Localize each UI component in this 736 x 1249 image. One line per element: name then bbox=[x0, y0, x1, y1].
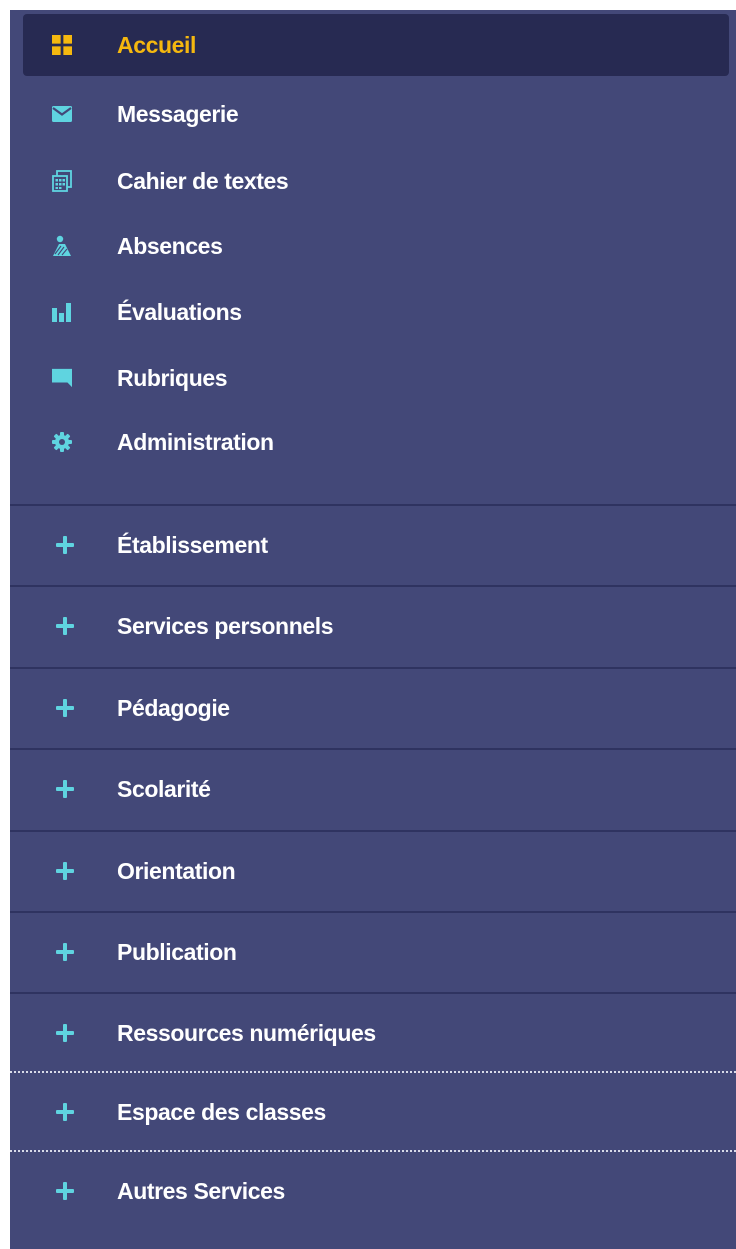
section-services-personnels[interactable]: Services personnels bbox=[10, 585, 736, 665]
nav-item-label: Absences bbox=[117, 232, 223, 259]
plus-icon bbox=[56, 1024, 74, 1042]
section-label: Services personnels bbox=[117, 612, 334, 639]
plus-icon bbox=[56, 1103, 74, 1121]
section-label: Pédagogie bbox=[117, 694, 230, 721]
nav-item-cahier-de-textes[interactable]: Cahier de textes bbox=[10, 150, 736, 212]
section-etablissement[interactable]: Établissement bbox=[10, 504, 736, 584]
nav-item-label: Administration bbox=[117, 428, 274, 455]
gear-icon bbox=[52, 431, 72, 453]
nav-item-evaluations[interactable]: Évaluations bbox=[10, 281, 736, 343]
plus-icon bbox=[56, 617, 74, 635]
nav-item-label: Cahier de textes bbox=[117, 167, 289, 194]
bar-chart-icon bbox=[52, 301, 72, 323]
nav-item-label: Accueil bbox=[117, 31, 197, 58]
section-orientation[interactable]: Orientation bbox=[10, 830, 736, 910]
section-label: Scolarité bbox=[117, 775, 211, 802]
person-icon bbox=[52, 235, 72, 257]
section-scolarite[interactable]: Scolarité bbox=[10, 748, 736, 828]
plus-icon bbox=[56, 536, 74, 554]
section-label: Orientation bbox=[117, 857, 236, 884]
nav-item-rubriques[interactable]: Rubriques bbox=[10, 347, 736, 409]
section-espace-des-classes[interactable]: Espace des classes bbox=[10, 1071, 736, 1151]
calendar-book-icon bbox=[52, 170, 72, 192]
section-publication[interactable]: Publication bbox=[10, 911, 736, 991]
nav-item-label: Messagerie bbox=[117, 100, 239, 127]
chat-bubble-icon bbox=[52, 367, 72, 389]
plus-icon bbox=[56, 862, 74, 880]
envelope-icon bbox=[52, 103, 72, 125]
sidebar: Accueil Messagerie Cahier de textes Abse… bbox=[10, 10, 736, 1249]
plus-icon bbox=[56, 780, 74, 798]
section-label: Ressources numériques bbox=[117, 1019, 376, 1046]
nav-item-absences[interactable]: Absences bbox=[10, 215, 736, 277]
section-pedagogie[interactable]: Pédagogie bbox=[10, 667, 736, 747]
section-label: Établissement bbox=[117, 531, 268, 558]
dashboard-grid-icon bbox=[52, 34, 72, 56]
section-autres-services[interactable]: Autres Services bbox=[10, 1150, 736, 1230]
nav-item-accueil[interactable]: Accueil bbox=[23, 14, 729, 76]
section-label: Autres Services bbox=[117, 1177, 285, 1204]
plus-icon bbox=[56, 943, 74, 961]
nav-item-label: Évaluations bbox=[117, 298, 242, 325]
nav-item-administration[interactable]: Administration bbox=[10, 411, 736, 473]
section-ressources-numeriques[interactable]: Ressources numériques bbox=[10, 992, 736, 1072]
nav-item-label: Rubriques bbox=[117, 364, 228, 391]
section-label: Espace des classes bbox=[117, 1098, 326, 1125]
section-label: Publication bbox=[117, 938, 237, 965]
nav-item-messagerie[interactable]: Messagerie bbox=[10, 83, 736, 145]
plus-icon bbox=[56, 699, 74, 717]
plus-icon bbox=[56, 1182, 74, 1200]
